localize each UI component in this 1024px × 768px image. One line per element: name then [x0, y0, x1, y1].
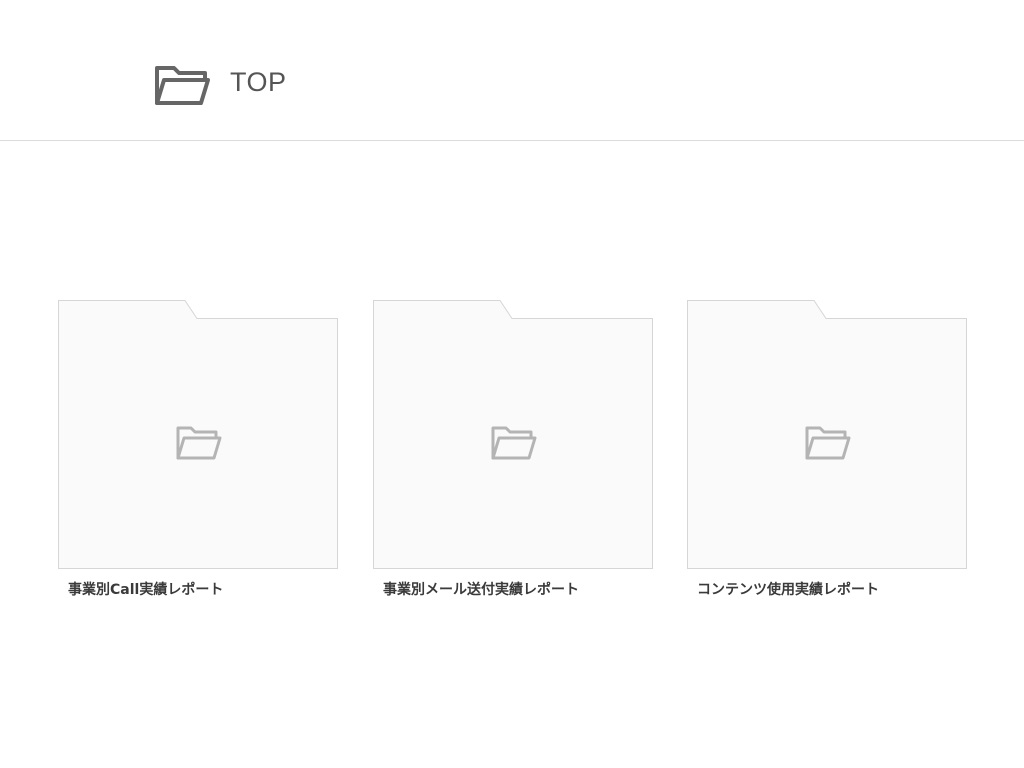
folder-card-content-report[interactable]: コンテンツ使用実績レポート	[687, 300, 967, 600]
folder-open-icon	[176, 426, 222, 460]
folder-label: コンテンツ使用実績レポート	[697, 582, 879, 598]
header-bar: TOP	[0, 0, 1024, 141]
folder-card-call-report[interactable]: 事業別Call実績レポート	[58, 300, 338, 600]
folder-open-icon[interactable]	[154, 63, 210, 107]
folder-open-icon	[805, 426, 851, 460]
folder-card-mail-report[interactable]: 事業別メール送付実績レポート	[373, 300, 653, 600]
folder-label: 事業別メール送付実績レポート	[383, 582, 579, 598]
page-title: TOP	[230, 67, 287, 97]
folder-open-icon	[491, 426, 537, 460]
folder-label: 事業別Call実績レポート	[68, 582, 224, 598]
